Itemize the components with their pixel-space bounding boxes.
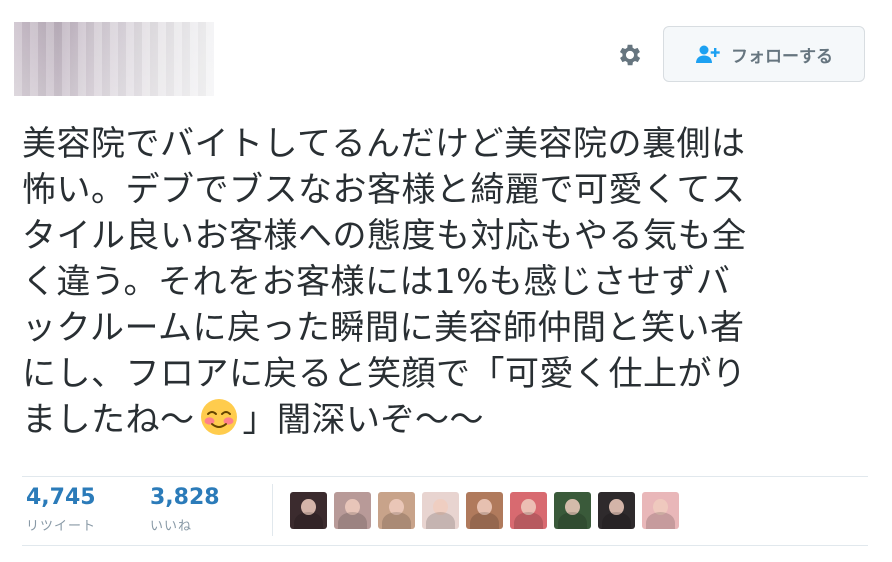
like-count-label: いいね [150, 519, 193, 534]
liker-avatar[interactable] [554, 492, 591, 529]
liker-avatar[interactable] [598, 492, 635, 529]
liker-avatar[interactable] [642, 492, 679, 529]
tweet-line: ックルームに戻った瞬間に美容師仲間と笑い者 [22, 308, 745, 348]
smiling-face-with-blush-icon [199, 397, 239, 437]
gear-icon-svg [619, 44, 641, 66]
liker-avatar[interactable] [510, 492, 547, 529]
tweet-last-line: ましたね〜 」闇深いぞ〜〜 [22, 397, 872, 443]
retweet-count-label: リツイート [26, 519, 97, 534]
tweet-line: 美容院でバイトしてるんだけど美容院の裏側は [22, 124, 746, 164]
tweet-text-fragment: ましたね〜 [22, 400, 195, 440]
divider [22, 545, 868, 546]
liker-avatar[interactable] [378, 492, 415, 529]
retweet-count[interactable]: 4,745 リツイート [26, 485, 96, 534]
liker-avatar[interactable] [422, 492, 459, 529]
blurred-user-avatar[interactable] [14, 22, 214, 96]
add-user-icon [696, 45, 720, 63]
tweet-line: タイル良いお客様への態度も対応もやる気も全 [22, 216, 747, 256]
tweet-text: 美容院でバイトしてるんだけど美容院の裏側は 怖い。デブでブスなお客様と綺麗で可愛… [22, 121, 872, 443]
liker-avatar[interactable] [466, 492, 503, 529]
gear-icon[interactable] [614, 39, 646, 71]
tweet-line: 怖い。デブでブスなお客様と綺麗で可愛くてス [22, 170, 746, 210]
stats-divider [272, 484, 273, 536]
like-count-number: 3,828 [150, 485, 220, 510]
divider [22, 476, 868, 477]
tweet-line: く違う。それをお客様には1%も感じさせずバ [22, 262, 731, 302]
liker-avatar[interactable] [334, 492, 371, 529]
like-count[interactable]: 3,828 いいね [150, 485, 220, 534]
follow-button[interactable]: フォローする [663, 26, 865, 82]
tweet-line: にし、フロアに戻ると笑顔で「可愛く仕上がり [22, 354, 747, 394]
follow-button-label: フォローする [731, 46, 833, 67]
retweet-count-number: 4,745 [26, 485, 96, 510]
tweet-text-fragment: 」闇深いぞ〜〜 [242, 400, 484, 440]
liker-avatar[interactable] [290, 492, 327, 529]
liker-avatars [290, 492, 679, 529]
